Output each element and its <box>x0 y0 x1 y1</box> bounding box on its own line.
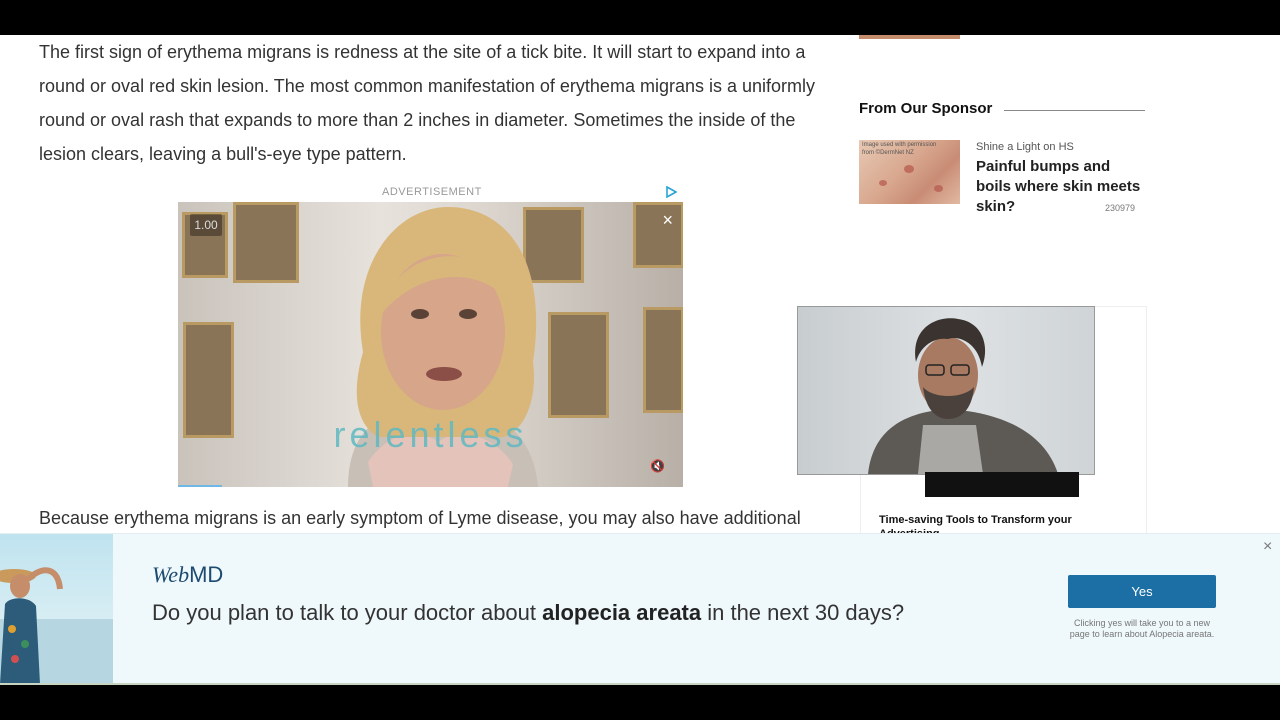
heading-divider <box>1004 110 1145 111</box>
wall-picture-frame <box>643 307 683 413</box>
skin-lesion <box>934 185 943 192</box>
sponsor-image[interactable]: Image used with permission from ©DermNet… <box>859 140 960 204</box>
skin-lesion <box>879 180 887 186</box>
video-timer: 1.00 <box>190 214 222 236</box>
survey-banner: WebMD Do you plan to talk to your doctor… <box>0 533 1280 684</box>
adchoices-icon[interactable] <box>665 186 677 198</box>
sponsor-heading: From Our Sponsor <box>859 100 993 117</box>
top-letterbox <box>0 0 1280 35</box>
video-advertisement[interactable]: 1.00 × relentless 🔇 <box>178 202 683 487</box>
sponsor-kicker[interactable]: Shine a Light on HS <box>976 141 1074 153</box>
close-banner-button[interactable]: × <box>1263 538 1272 556</box>
webcam-caption-bar <box>925 472 1079 497</box>
wall-picture-frame <box>233 202 299 283</box>
survey-question: Do you plan to talk to your doctor about… <box>152 600 905 625</box>
woman-at-beach-image <box>0 567 113 684</box>
bottom-letterbox <box>0 685 1280 720</box>
wall-picture-frame <box>633 202 683 268</box>
sponsor-code: 230979 <box>1105 203 1136 213</box>
presenter-webcam-image <box>868 318 1058 474</box>
yes-button[interactable]: Yes <box>1068 575 1216 608</box>
webmd-logo: WebMD <box>152 562 224 587</box>
advertisement-label: ADVERTISEMENT <box>382 186 482 198</box>
webpage: The first sign of erythema migrans is re… <box>0 35 1280 685</box>
banner-image <box>0 534 113 684</box>
video-progress-bar <box>178 485 222 487</box>
skin-lesion <box>904 165 914 173</box>
webcam-overlay <box>797 306 1095 475</box>
yes-disclaimer: Clicking yes will take you to a new page… <box>1069 618 1215 639</box>
video-overlay-text: relentless <box>333 414 528 455</box>
close-ad-button[interactable]: × <box>662 210 673 231</box>
image-credit: Image used with permission from ©DermNet… <box>862 142 937 156</box>
mute-icon[interactable]: 🔇 <box>650 459 665 473</box>
sidebar-thumbnail[interactable] <box>859 35 960 39</box>
article-paragraph: The first sign of erythema migrans is re… <box>39 42 816 164</box>
article-paragraph: Because erythema migrans is an early sym… <box>39 508 801 528</box>
